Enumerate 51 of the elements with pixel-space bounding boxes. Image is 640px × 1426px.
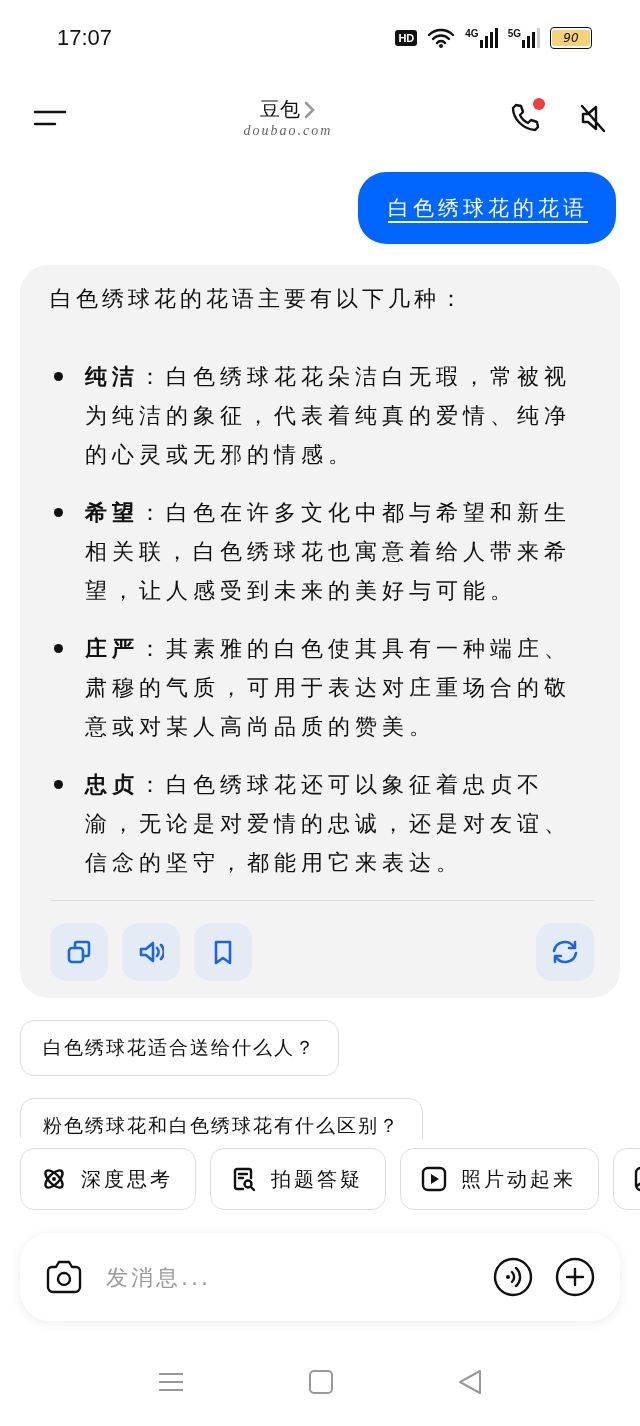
regenerate-button[interactable] [536, 923, 594, 981]
menu-icon [33, 108, 67, 127]
answer-intro: 白色绣球花的花语主要有以下几种： [50, 285, 467, 313]
tool-chip[interactable]: 拍题答疑 [210, 1148, 386, 1210]
copy-icon [66, 939, 92, 965]
wifi-icon [427, 26, 456, 49]
suggestion-chip[interactable]: 白色绣球花适合送给什么人？ [20, 1020, 339, 1076]
user-message: 白色绣球花的花语 [358, 172, 616, 244]
document-search-icon [231, 1166, 257, 1192]
home-square-icon[interactable] [309, 1370, 333, 1394]
site-url: doubao.com [243, 123, 333, 139]
voice-wave-icon [492, 1256, 534, 1298]
copy-button[interactable] [50, 923, 108, 981]
network-label: 4G [465, 27, 479, 39]
bullet-dot [54, 780, 63, 789]
answer-point: 希望：白色在许多文化中都与希望和新生相关联，白色绣球花也寓意着给人带来希望，让人感受到未来的美好与可能。 [85, 499, 572, 605]
signal-icon [522, 27, 540, 48]
tool-chip[interactable]: 深度思考 [20, 1148, 196, 1210]
voice-button[interactable] [492, 1256, 534, 1298]
camera-icon [44, 1259, 84, 1295]
message-input[interactable]: 发消息... [104, 1263, 472, 1291]
refresh-icon [550, 939, 580, 965]
speaker-icon [138, 939, 164, 965]
answer-point: 忠贞：白色绣球花还可以象征着忠贞不渝，无论是对爱情的忠诚，还是对友谊、信念的坚守，都能用它来表达。 [85, 771, 572, 877]
battery-icon: 90 [550, 26, 592, 49]
atom-icon [41, 1166, 67, 1192]
menu-button[interactable] [33, 108, 67, 127]
plus-icon [554, 1256, 596, 1298]
bullet-dot [54, 644, 63, 653]
network-label: 5G [507, 27, 521, 39]
hd-badge: HD [395, 29, 418, 46]
mute-button[interactable] [579, 102, 607, 133]
add-button[interactable] [554, 1256, 596, 1298]
phone-icon [509, 101, 541, 134]
suggestion-chip[interactable]: 粉色绣球花和白色绣球花有什么区别？ [20, 1098, 423, 1138]
bullet-dot [54, 372, 63, 381]
bullet-dot [54, 508, 63, 517]
speaker-muted-icon [579, 102, 607, 133]
menu-icon[interactable] [158, 1372, 184, 1392]
bookmark-button[interactable] [194, 923, 252, 981]
answer-point: 纯洁：白色绣球花花朵洁白无瑕，常被视为纯洁的象征，代表着纯真的爱情、纯净的心灵或无邪的情感。 [85, 363, 572, 469]
camera-button[interactable] [44, 1259, 84, 1295]
tool-chip[interactable]: 照片动起来 [400, 1148, 599, 1210]
answer-point: 庄严：其素雅的白色使其具有一种端庄、肃穆的气质，可用于表达对庄重场合的敬意或对某人高尚品质的赞美。 [85, 635, 572, 741]
bot-title[interactable]: 豆包 [260, 96, 300, 123]
back-triangle-icon[interactable] [458, 1369, 482, 1395]
chevron-right-icon [304, 100, 316, 119]
signal-icon [479, 27, 498, 48]
clock-time: 17:07 [57, 24, 113, 51]
play-icon [421, 1166, 447, 1192]
read-aloud-button[interactable] [122, 923, 180, 981]
